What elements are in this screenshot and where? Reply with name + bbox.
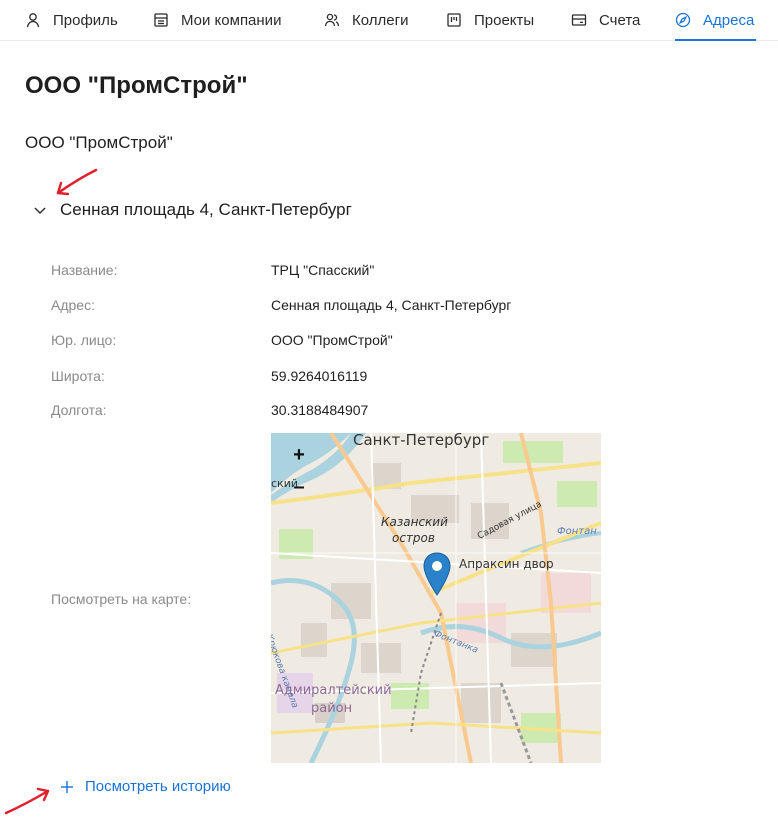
nav-item-projects[interactable]: Проекты <box>446 0 534 40</box>
zoom-in-button[interactable]: + <box>289 445 309 465</box>
map-label-poi: Апраксин двор <box>459 557 554 571</box>
chevron-down-icon <box>34 207 46 214</box>
nav-item-profile[interactable]: Профиль <box>25 0 118 40</box>
map-label-district: Адмиралтейский <box>275 683 392 698</box>
field-value-longitude: 30.3188484907 <box>271 402 369 418</box>
nav-item-colleagues[interactable]: Коллеги <box>324 0 408 40</box>
address-header: Сенная площадь 4, Санкт-Петербург <box>60 200 352 219</box>
nav-item-label: Мои компании <box>181 11 282 29</box>
nav-item-label: Профиль <box>53 11 118 29</box>
field-label-address: Адрес: <box>51 297 95 313</box>
field-label-longitude: Долгота: <box>51 402 107 418</box>
project-icon <box>447 13 461 27</box>
annotation-arrow-2 <box>4 787 50 815</box>
nav-item-label: Счета <box>599 11 641 29</box>
field-value-latitude: 59.9264016119 <box>271 368 368 384</box>
map-label-district-2: район <box>311 701 353 716</box>
map-label-island: Казанский <box>381 515 448 529</box>
field-label-map: Посмотреть на карте: <box>51 591 192 607</box>
plus-icon <box>61 780 73 793</box>
map-label-city: Санкт-Петербург <box>353 433 490 449</box>
field-value-address: Сенная площадь 4, Санкт-Петербург <box>271 297 512 313</box>
field-value-legal-entity: ООО "ПромСтрой" <box>271 332 393 348</box>
field-label-name: Название: <box>51 262 118 278</box>
annotation-arrow <box>56 168 98 196</box>
user-icon <box>26 13 40 28</box>
page-title: ООО "ПромСтрой" <box>25 72 248 99</box>
field-label-legal-entity: Юр. лицо: <box>51 332 117 348</box>
users-icon <box>324 13 340 27</box>
nav-item-label: Коллеги <box>352 11 409 29</box>
nav-item-addresses[interactable]: Адреса <box>675 0 757 41</box>
map-label-fontanka-edge: Фонтан <box>557 526 597 537</box>
view-history-label: Посмотреть историю <box>85 778 231 795</box>
compass-icon <box>675 12 691 28</box>
nav-item-companies[interactable]: Мои компании <box>153 0 281 40</box>
company-name: ООО "ПромСтрой" <box>25 133 173 152</box>
card-icon <box>571 14 587 26</box>
nav-item-invoices[interactable]: Счета <box>571 0 640 40</box>
top-nav: Профиль Мои компании Коллеги Проекты Сче… <box>0 0 778 41</box>
map-view[interactable]: + – Санкт-Петербург ский Казанский остро… <box>271 433 601 763</box>
address-toggle[interactable]: Сенная площадь 4, Санкт-Петербург <box>33 200 352 220</box>
building-icon <box>154 13 168 27</box>
map-label-island-2: остров <box>392 531 435 545</box>
view-history-link[interactable]: Посмотреть историю <box>60 778 231 795</box>
map-marker-icon[interactable] <box>423 552 451 596</box>
field-value-name: ТРЦ "Спасский" <box>271 262 375 278</box>
map-label-edge: ский <box>271 477 298 490</box>
field-label-latitude: Широта: <box>51 368 105 384</box>
nav-item-label: Адреса <box>703 11 755 29</box>
nav-item-label: Проекты <box>474 11 535 29</box>
